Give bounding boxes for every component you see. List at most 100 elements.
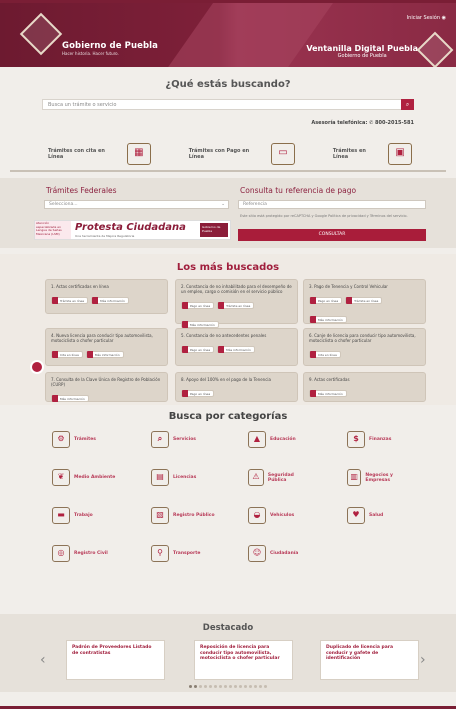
login-link[interactable]: Iniciar Sesión ◉ xyxy=(407,15,446,21)
category-servicios[interactable]: ⌕ Servicios xyxy=(151,431,196,448)
pill-button[interactable]: Pago en línea xyxy=(309,297,343,304)
card-2[interactable]: 2. Constancia de no inhabilitado para el… xyxy=(175,279,298,328)
carousel-dot[interactable] xyxy=(264,685,267,688)
carousel-dots xyxy=(189,685,267,688)
slide-proveedores[interactable]: Padrón de Proveedores Listado de contrat… xyxy=(66,640,165,680)
category-transporte[interactable]: ⚲ Transporte xyxy=(151,545,200,562)
pill-button[interactable]: Más información xyxy=(309,390,347,397)
fingerprint-icon: ◎ xyxy=(52,545,70,562)
category-label: Registro Público xyxy=(173,513,215,518)
ventanilla-subtitle: Gobierno de Puebla xyxy=(337,53,387,59)
carousel-dot[interactable] xyxy=(224,685,227,688)
heartbeat-icon: ♥ xyxy=(347,507,365,524)
category-finanzas[interactable]: $ Finanzas xyxy=(347,431,391,448)
pill-button[interactable]: Cita en línea xyxy=(51,351,83,358)
carousel-dot[interactable] xyxy=(239,685,242,688)
category-label: Trabajo xyxy=(74,513,93,518)
category-educacion[interactable]: ▲ Educación xyxy=(248,431,296,448)
slide-duplicado-licencia[interactable]: Duplicado de licencia para conducir y ga… xyxy=(320,640,419,680)
search-placeholder: Busca un trámite o servicio xyxy=(48,102,117,108)
destacado-title: Destacado xyxy=(202,623,254,633)
pill-button[interactable]: Más información xyxy=(85,351,124,358)
puebla-crest-icon[interactable] xyxy=(19,12,63,56)
carousel-dot[interactable] xyxy=(254,685,257,688)
search-question: ¿Qué estás buscando? xyxy=(165,79,291,90)
carousel-dot[interactable] xyxy=(244,685,247,688)
carousel-dot[interactable] xyxy=(234,685,237,688)
pill-button[interactable]: Más información xyxy=(181,321,219,328)
location-pin-icon[interactable] xyxy=(30,360,44,374)
card-3[interactable]: 3. Pago de Tenencia y Control Vehicular P… xyxy=(303,279,426,324)
pill-button[interactable]: Trámite en línea xyxy=(51,297,89,304)
carousel-dot[interactable] xyxy=(214,685,217,688)
category-registro-civil[interactable]: ◎ Registro Civil xyxy=(52,545,108,562)
search-icon: ⌕ xyxy=(405,101,410,108)
pill-button[interactable]: Más información xyxy=(91,297,129,304)
quick-link-pago[interactable]: Trámites con Pago en Línea ▭ xyxy=(151,143,295,165)
ventanilla-logo-icon xyxy=(416,31,454,67)
card-actions: Pago en línea Trámite en línea Más informa… xyxy=(309,289,420,327)
search-button[interactable]: ⌕ xyxy=(401,99,414,110)
pill-button[interactable]: Pago en línea xyxy=(181,390,215,397)
ventanilla-brand[interactable]: Ventanilla Digital Puebla Gobierno de Pu… xyxy=(306,44,418,59)
card-9[interactable]: 9. Actas certificadas Más información xyxy=(303,372,426,402)
carousel-dot[interactable] xyxy=(229,685,232,688)
card-8[interactable]: 8. Apoyo del 100% en el pago de la Tenen… xyxy=(175,372,298,402)
protesta-banner[interactable]: Atención especializada en Lengua de Seña… xyxy=(34,220,231,240)
pill-button[interactable]: Cita en línea xyxy=(309,351,341,358)
slide-reposicion-licencia[interactable]: Reposición de licencia para conducir tip… xyxy=(194,640,293,680)
card-5[interactable]: 5. Constancia de no antecedentes penales… xyxy=(175,328,298,366)
category-tramites[interactable]: ⚙ Trámites xyxy=(52,431,96,448)
category-negocios[interactable]: ▥ Negocios y Empresas xyxy=(347,469,407,486)
category-medio-ambiente[interactable]: ❦ Medio Ambiente xyxy=(52,469,115,486)
pill-button[interactable]: Trámite en línea xyxy=(217,302,255,309)
carousel-dot[interactable] xyxy=(249,685,252,688)
carousel-dot[interactable] xyxy=(199,685,202,688)
pill-button[interactable]: Más información xyxy=(51,395,89,402)
pill-button[interactable]: Más información xyxy=(309,316,347,323)
next-arrow-icon[interactable]: › xyxy=(420,652,426,668)
card-actions: Más información xyxy=(309,382,420,401)
categories-section: Busca por categorías ⚙ Trámites ⌕ Servicio… xyxy=(0,405,456,617)
quick-link-cita[interactable]: Trámites con cita en Línea ▦ xyxy=(10,143,151,165)
category-salud[interactable]: ♥ Salud xyxy=(347,507,383,524)
card-actions: Pago en línea Trámite en línea Más informa… xyxy=(181,294,292,332)
carousel-dot[interactable] xyxy=(204,685,207,688)
user-icon: ◉ xyxy=(441,15,446,21)
bus-stop-icon: ⚲ xyxy=(151,545,169,562)
category-label: Educación xyxy=(270,437,296,442)
pill-button[interactable]: Más información xyxy=(217,346,255,353)
category-seguridad[interactable]: ⚠ Seguridad Pública xyxy=(248,469,308,486)
carousel-dot[interactable] xyxy=(194,685,197,688)
card-4[interactable]: 4. Nueva licencia para conducir tipo aut… xyxy=(45,328,168,366)
category-trabajo[interactable]: ▬ Trabajo xyxy=(52,507,93,524)
quick-link-label: Trámites en Línea xyxy=(332,148,366,160)
car-icon: ◒ xyxy=(248,507,266,524)
site-header: Gobierno de Puebla Hacer historia. Hacer… xyxy=(0,3,456,67)
card-6[interactable]: 6. Canje de licencia para conducir tipo … xyxy=(303,328,426,366)
briefcase-icon: ▬ xyxy=(52,507,70,524)
gov-brand[interactable]: Gobierno de Puebla Hacer historia. Hacer… xyxy=(62,41,158,56)
pill-button[interactable]: Pago en línea xyxy=(181,346,215,353)
search-input[interactable]: Busca un trámite o servicio ⌕ xyxy=(42,99,414,110)
card-7[interactable]: 7. Consulta de la Clave Única de Registr… xyxy=(45,372,168,402)
category-ciudadania[interactable]: ☺ Ciudadanía xyxy=(248,545,298,562)
carousel-dot[interactable] xyxy=(259,685,262,688)
category-vehiculos[interactable]: ◒ Vehículos xyxy=(248,507,294,524)
pill-button[interactable]: Pago en línea xyxy=(181,302,215,309)
pill-button[interactable]: Trámite en línea xyxy=(345,297,383,304)
quick-link-linea[interactable]: Trámites en Línea ▣ xyxy=(295,143,446,165)
prev-arrow-icon[interactable]: ‹ xyxy=(40,652,46,668)
consultar-button[interactable]: CONSULTAR xyxy=(238,229,426,241)
category-licencias[interactable]: ▤ Licencias xyxy=(151,469,196,486)
browser-icon: ▣ xyxy=(388,143,412,165)
carousel-dot[interactable] xyxy=(189,685,192,688)
reference-placeholder: Referencia xyxy=(243,202,267,207)
card-1[interactable]: 1. Actas certificadas en línea Trámite en… xyxy=(45,279,168,314)
carousel-dot[interactable] xyxy=(209,685,212,688)
reference-input[interactable]: Referencia xyxy=(238,200,426,209)
federales-select[interactable]: Selecciona... ⌄ xyxy=(44,200,229,209)
carousel-dot[interactable] xyxy=(219,685,222,688)
login-label: Iniciar Sesión xyxy=(406,15,441,21)
category-registro-publico[interactable]: ▧ Registro Público xyxy=(151,507,215,524)
